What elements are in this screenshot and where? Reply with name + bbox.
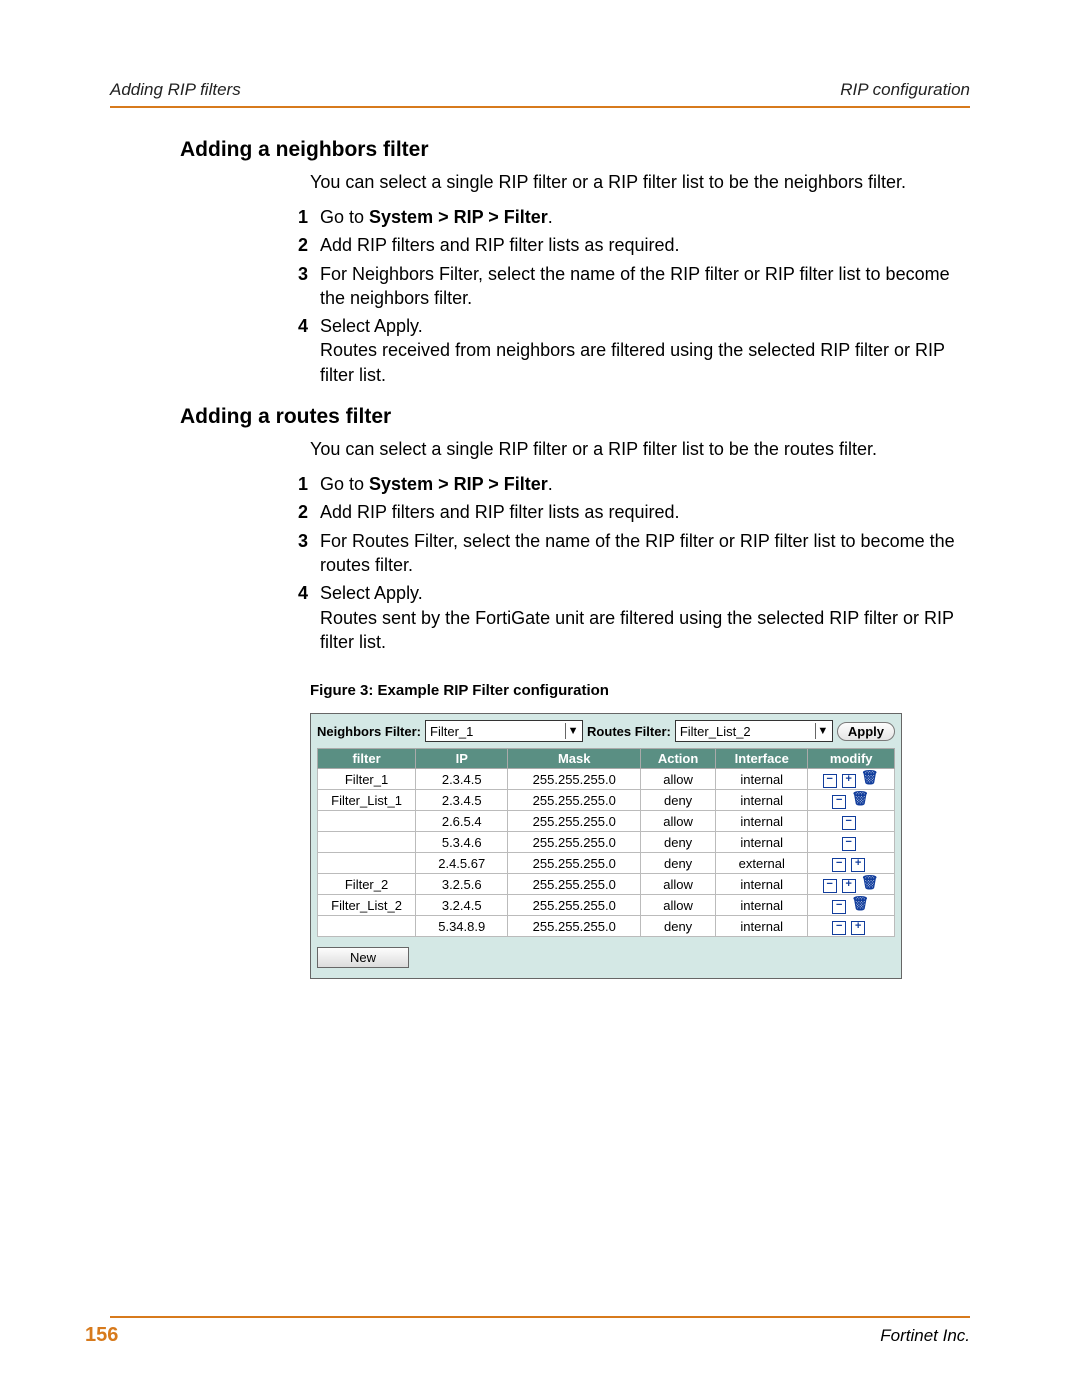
trash-icon[interactable]: 🗑: [861, 878, 875, 890]
top-rule: [110, 106, 970, 108]
routes-filter-label: Routes Filter:: [587, 724, 671, 739]
neighbors-filter-label: Neighbors Filter:: [317, 724, 421, 739]
rip-filter-table: filter IP Mask Action Interface modify F…: [317, 748, 895, 937]
minus-icon[interactable]: −: [823, 879, 837, 893]
section2-step-1: 1 Go to System > RIP > Filter.: [280, 472, 970, 496]
section1-intro: You can select a single RIP filter or a …: [310, 172, 970, 193]
plus-icon[interactable]: +: [851, 921, 865, 935]
col-ip: IP: [416, 749, 508, 769]
plus-icon[interactable]: +: [842, 879, 856, 893]
new-button[interactable]: New: [317, 947, 409, 968]
table-row: Filter_List_23.2.4.5255.255.255.0allowin…: [318, 895, 895, 916]
apply-button[interactable]: Apply: [837, 722, 895, 741]
col-interface: Interface: [716, 749, 808, 769]
footer-right: Fortinet Inc.: [880, 1326, 970, 1346]
chevron-down-icon: ▼: [815, 723, 830, 739]
trash-icon[interactable]: 🗑: [861, 773, 875, 785]
page-number: 156: [85, 1324, 118, 1347]
minus-icon[interactable]: −: [832, 795, 846, 809]
section2-step-2: 2 Add RIP filters and RIP filter lists a…: [280, 500, 970, 524]
neighbors-filter-select[interactable]: Filter_1 ▼: [425, 720, 583, 742]
section1-step-4: 4 Select Apply. Routes received from nei…: [280, 314, 970, 387]
section-heading-neighbors: Adding a neighbors filter: [180, 138, 970, 162]
section1-step-1: 1 Go to System > RIP > Filter.: [280, 205, 970, 229]
running-head-right: RIP configuration: [840, 80, 970, 100]
chevron-down-icon: ▼: [565, 723, 580, 739]
section2-step-4: 4 Select Apply. Routes sent by the Forti…: [280, 581, 970, 654]
section-heading-routes: Adding a routes filter: [180, 405, 970, 429]
col-modify: modify: [808, 749, 895, 769]
minus-icon[interactable]: −: [842, 816, 856, 830]
plus-icon[interactable]: +: [851, 858, 865, 872]
figure-caption: Figure 3: Example RIP Filter configurati…: [310, 682, 970, 699]
col-mask: Mask: [508, 749, 641, 769]
section1-step-2: 2 Add RIP filters and RIP filter lists a…: [280, 233, 970, 257]
section1-step-3: 3 For Neighbors Filter, select the name …: [280, 262, 970, 311]
section2-step-3: 3 For Routes Filter, select the name of …: [280, 529, 970, 578]
trash-icon[interactable]: 🗑: [851, 899, 865, 911]
col-action: Action: [641, 749, 716, 769]
running-head-left: Adding RIP filters: [110, 80, 241, 100]
minus-icon[interactable]: −: [823, 774, 837, 788]
routes-filter-select[interactable]: Filter_List_2 ▼: [675, 720, 833, 742]
table-row: 5.34.8.9255.255.255.0denyinternal−+: [318, 916, 895, 937]
table-row: 2.6.5.4255.255.255.0allowinternal−: [318, 811, 895, 832]
rip-filter-screenshot: Neighbors Filter: Filter_1 ▼ Routes Filt…: [310, 713, 902, 979]
plus-icon[interactable]: +: [842, 774, 856, 788]
minus-icon[interactable]: −: [842, 837, 856, 851]
col-filter: filter: [318, 749, 416, 769]
table-row: Filter_12.3.4.5255.255.255.0allowinterna…: [318, 769, 895, 790]
table-row: 2.4.5.67255.255.255.0denyexternal−+: [318, 853, 895, 874]
table-row: Filter_23.2.5.6255.255.255.0allowinterna…: [318, 874, 895, 895]
minus-icon[interactable]: −: [832, 900, 846, 914]
minus-icon[interactable]: −: [832, 858, 846, 872]
table-row: Filter_List_12.3.4.5255.255.255.0denyint…: [318, 790, 895, 811]
table-row: 5.3.4.6255.255.255.0denyinternal−: [318, 832, 895, 853]
section2-intro: You can select a single RIP filter or a …: [310, 439, 970, 460]
trash-icon[interactable]: 🗑: [851, 794, 865, 806]
minus-icon[interactable]: −: [832, 921, 846, 935]
